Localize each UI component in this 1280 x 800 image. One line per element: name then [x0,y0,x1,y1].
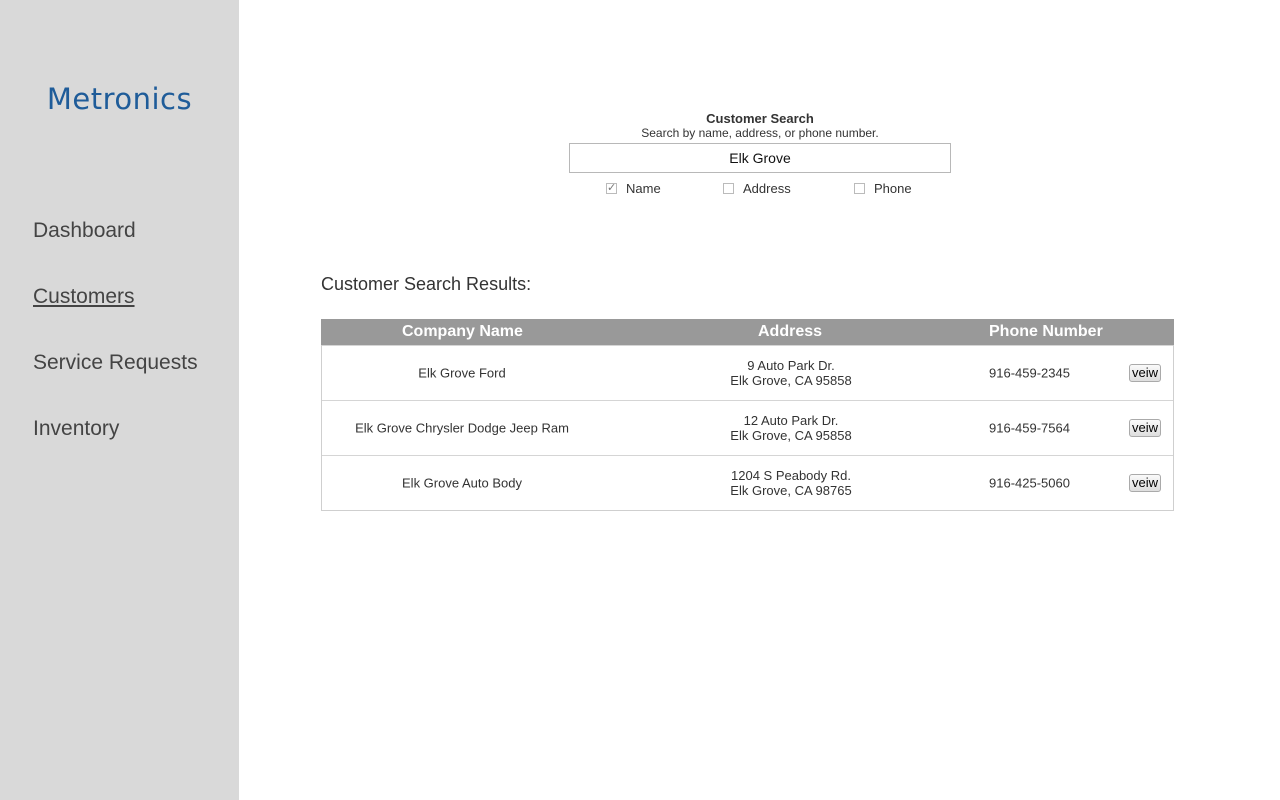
sidebar-item-service-requests[interactable]: Service Requests [33,348,198,414]
sidebar-item-dashboard[interactable]: Dashboard [33,216,198,282]
filter-address-checkbox[interactable]: Address [723,181,791,196]
column-header-address: Address [758,323,823,340]
checkbox-box[interactable] [723,183,734,194]
company-phone: 916-459-2345 [989,365,1070,381]
sidebar-nav: Dashboard Customers Service Requests Inv… [33,216,198,480]
customer-search: Customer Search Search by name, address,… [569,111,951,203]
address-line2: Elk Grove, CA 95858 [730,373,852,388]
filter-phone-label: Phone [874,181,912,196]
address-line1: 9 Auto Park Dr. [747,358,835,373]
results-title: Customer Search Results: [321,274,532,294]
company-phone: 916-425-5060 [989,475,1070,491]
sidebar-item-customers[interactable]: Customers [33,282,198,348]
table-row: Elk Grove Chrysler Dodge Jeep Ram 12 Aut… [322,400,1173,455]
checkbox-box[interactable] [854,183,865,194]
company-address: 12 Auto Park Dr. Elk Grove, CA 95858 [691,413,891,443]
sidebar-item-inventory[interactable]: Inventory [33,414,198,480]
filter-phone-checkbox[interactable]: Phone [854,181,912,196]
company-name: Elk Grove Auto Body [402,475,522,491]
company-address: 1204 S Peabody Rd. Elk Grove, CA 98765 [691,468,891,498]
results-table: Company Name Address Phone Number Elk Gr… [321,319,1174,511]
view-button[interactable]: veiw [1128,364,1161,382]
address-line2: Elk Grove, CA 95858 [730,428,852,443]
search-input[interactable] [569,143,951,173]
checkbox-box[interactable]: ✓ [606,182,617,194]
address-line2: Elk Grove, CA 98765 [730,483,852,498]
table-header: Company Name Address Phone Number [321,319,1174,345]
company-name: Elk Grove Ford [418,365,506,381]
address-line1: 12 Auto Park Dr. [743,413,839,428]
filter-name-label: Name [626,181,661,196]
column-header-company: Company Name [402,323,523,340]
company-name: Elk Grove Chrysler Dodge Jeep Ram [355,420,569,436]
company-phone: 916-459-7564 [989,420,1070,436]
filter-name-checkbox[interactable]: ✓ Name [606,181,661,196]
company-address: 9 Auto Park Dr. Elk Grove, CA 95858 [691,358,891,388]
filter-address-label: Address [743,181,791,196]
search-title: Customer Search [706,111,814,126]
search-filters: ✓ Name Address Phone [569,181,951,203]
address-line1: 1204 S Peabody Rd. [731,468,851,483]
view-button[interactable]: veiw [1128,474,1161,492]
table-row: Elk Grove Ford 9 Auto Park Dr. Elk Grove… [322,345,1173,400]
table-row: Elk Grove Auto Body 1204 S Peabody Rd. E… [322,455,1173,510]
sidebar: Metronics Dashboard Customers Service Re… [0,0,239,800]
view-button[interactable]: veiw [1128,419,1161,437]
check-icon: ✓ [607,182,617,194]
search-subtitle: Search by name, address, or phone number… [641,126,879,140]
app-logo: Metronics [46,82,193,116]
column-header-phone: Phone Number [989,323,1103,340]
